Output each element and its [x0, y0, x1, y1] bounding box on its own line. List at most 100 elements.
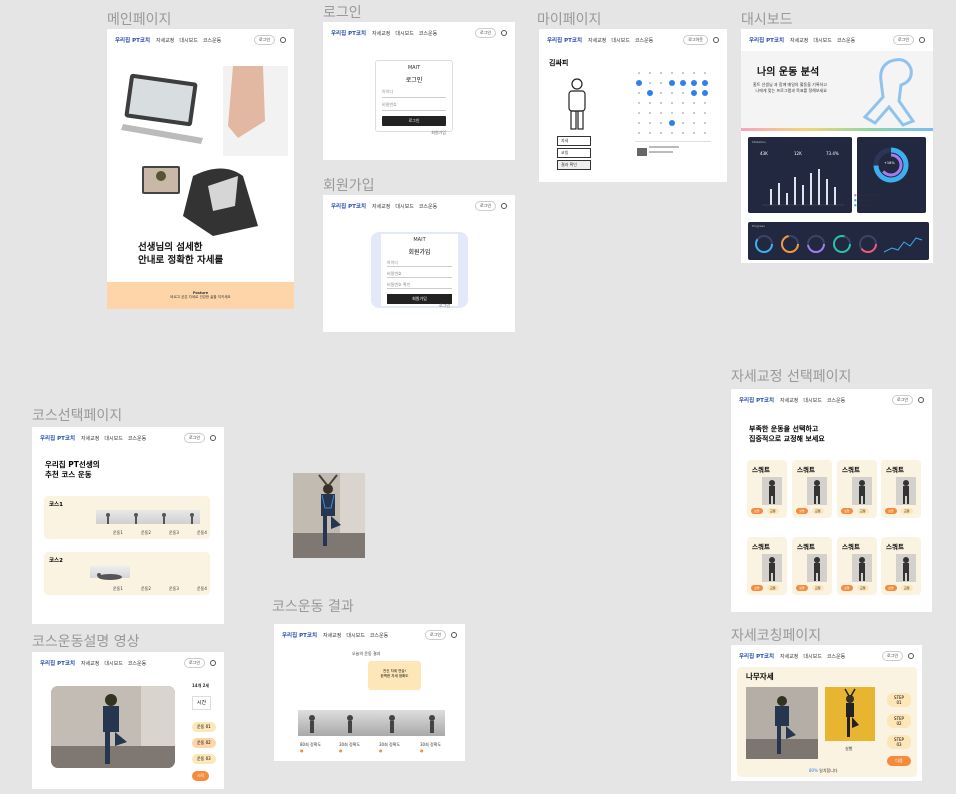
nav-course[interactable]: 코스운동 — [635, 37, 653, 44]
brand-logo[interactable]: 우리집 PT코치 — [739, 396, 774, 404]
correct-button[interactable]: 교정 — [857, 508, 869, 514]
id-field[interactable]: 아이디 — [387, 260, 452, 267]
profile-icon[interactable] — [210, 660, 216, 666]
nav-posture[interactable]: 자세교정 — [81, 435, 99, 442]
nav-posture[interactable]: 자세교정 — [372, 30, 390, 37]
brand-logo[interactable]: 우리집 PT코치 — [40, 434, 75, 442]
login-button[interactable]: 로그인 — [183, 658, 205, 668]
nav-posture[interactable]: 자세교정 — [372, 203, 390, 210]
nav-dashboard[interactable]: 대시보드 — [395, 30, 413, 37]
nav-posture[interactable]: 자세교정 — [323, 632, 341, 639]
login-button[interactable]: 로그인 — [424, 630, 446, 640]
nav-posture[interactable]: 자세교정 — [790, 37, 808, 44]
profile-icon[interactable] — [451, 632, 457, 638]
exercise-card[interactable]: 스쿼트 설명 교정 — [837, 460, 877, 518]
nav-course[interactable]: 코스운동 — [203, 37, 221, 44]
nav-posture[interactable]: 자세교정 — [780, 653, 798, 660]
explain-button[interactable]: 설명 — [796, 585, 808, 591]
profile-icon[interactable] — [210, 435, 216, 441]
nav-dashboard[interactable]: 대시보드 — [803, 653, 821, 660]
explain-button[interactable]: 설명 — [841, 585, 853, 591]
nav-course[interactable]: 코스운동 — [837, 37, 855, 44]
course-2-ex-1[interactable]: 운동1 — [113, 586, 123, 592]
explain-button[interactable]: 설명 — [751, 585, 763, 591]
correct-button[interactable]: 교정 — [767, 585, 779, 591]
password-confirm-field[interactable]: 비밀번호 확인 — [387, 282, 452, 289]
course-card-1[interactable]: 코스1 운동1 운동2 운동3 운동4 — [44, 496, 210, 539]
login-button[interactable]: 로그인 — [183, 433, 205, 443]
brand-logo[interactable]: 우리집 PT코치 — [547, 36, 582, 44]
next-button[interactable]: 다음 — [887, 756, 911, 766]
login-button[interactable]: 로그인 — [474, 201, 496, 211]
nav-course[interactable]: 코스운동 — [128, 435, 146, 442]
password-field[interactable]: 비밀번호 — [387, 271, 452, 278]
exercise-card[interactable]: 스쿼트 설명 교정 — [881, 460, 921, 518]
explain-button[interactable]: 설명 — [841, 508, 853, 514]
login-button[interactable]: 로그인 — [892, 35, 914, 45]
login-submit-button[interactable]: 로그인 — [382, 116, 446, 126]
posture-button[interactable]: 자세 — [557, 136, 591, 146]
nav-dashboard[interactable]: 대시보드 — [179, 37, 197, 44]
step-02[interactable]: STEP 02 — [887, 714, 911, 728]
nav-course[interactable]: 코스운동 — [370, 632, 388, 639]
course-1-ex-2[interactable]: 운동2 — [141, 530, 151, 536]
exercise-card[interactable]: 스쿼트 설명 교정 — [747, 460, 787, 518]
course-1-ex-3[interactable]: 운동3 — [169, 530, 179, 536]
profile-icon[interactable] — [713, 37, 719, 43]
exercise-01-button[interactable]: 운동 01 — [192, 722, 216, 732]
course-2-ex-4[interactable]: 운동4 — [197, 586, 207, 592]
exercise-card[interactable]: 스쿼트 설명 교정 — [792, 460, 832, 518]
explain-button[interactable]: 설명 — [885, 585, 897, 591]
brand-logo[interactable]: 우리집 PT코치 — [40, 659, 75, 667]
correct-button[interactable]: 교정 — [812, 508, 824, 514]
nav-posture[interactable]: 자세교정 — [156, 37, 174, 44]
exercise-card[interactable]: 스쿼트 설명 교정 — [792, 537, 832, 595]
nav-course[interactable]: 코스운동 — [419, 203, 437, 210]
step-03[interactable]: STEP 03 — [887, 735, 911, 749]
brand-logo[interactable]: 우리집 PT코치 — [331, 29, 366, 37]
nav-course[interactable]: 코스운동 — [827, 653, 845, 660]
password-field[interactable]: 비밀번호 — [382, 102, 446, 111]
exercise-video[interactable] — [51, 686, 175, 768]
profile-icon[interactable] — [918, 397, 924, 403]
nav-dashboard[interactable]: 대시보드 — [104, 660, 122, 667]
course-1-ex-4[interactable]: 운동4 — [197, 530, 207, 536]
login-button[interactable]: 로그인 — [474, 28, 496, 38]
course-2-ex-2[interactable]: 운동2 — [141, 586, 151, 592]
correct-button[interactable]: 교정 — [901, 508, 913, 514]
profile-icon[interactable] — [501, 203, 507, 209]
profile-icon[interactable] — [919, 37, 925, 43]
nav-course[interactable]: 코스운동 — [419, 30, 437, 37]
exercise-03-button[interactable]: 운동 03 — [192, 754, 216, 764]
exercise-card[interactable]: 스쿼트 설명 교정 — [747, 537, 787, 595]
correct-button[interactable]: 교정 — [767, 508, 779, 514]
nav-dashboard[interactable]: 대시보드 — [611, 37, 629, 44]
start-button[interactable]: 시작 — [192, 771, 210, 781]
profile-icon[interactable] — [908, 653, 914, 659]
login-link[interactable]: 로그인 — [439, 303, 450, 309]
brand-logo[interactable]: 우리집 PT코치 — [331, 202, 366, 210]
nav-course[interactable]: 코스운동 — [128, 660, 146, 667]
nav-dashboard[interactable]: 대시보드 — [395, 203, 413, 210]
login-button[interactable]: 로그인 — [891, 395, 913, 405]
nav-dashboard[interactable]: 대시보드 — [803, 397, 821, 404]
login-button[interactable]: 로그인 — [253, 35, 275, 45]
brand-logo[interactable]: 우리집 PT코치 — [749, 36, 784, 44]
nav-posture[interactable]: 자세교정 — [81, 660, 99, 667]
nav-dashboard[interactable]: 대시보드 — [104, 435, 122, 442]
login-button[interactable]: 로그인 — [881, 651, 903, 661]
brand-logo[interactable]: 우리집 PT코치 — [739, 652, 774, 660]
profile-icon[interactable] — [280, 37, 286, 43]
exercise-card[interactable]: 스쿼트 설명 교정 — [837, 537, 877, 595]
exercise-card[interactable]: 스쿼트 설명 교정 — [881, 537, 921, 595]
brand-logo[interactable]: 우리집 PT코치 — [282, 631, 317, 639]
nav-dashboard[interactable]: 대시보드 — [346, 632, 364, 639]
course-1-ex-1[interactable]: 운동1 — [113, 530, 123, 536]
nav-dashboard[interactable]: 대시보드 — [813, 37, 831, 44]
step-01[interactable]: STEP 01 — [887, 693, 911, 707]
correct-button[interactable]: 교정 — [857, 585, 869, 591]
signup-link[interactable]: 회원가입 — [382, 130, 446, 136]
profile-icon[interactable] — [501, 30, 507, 36]
explain-button[interactable]: 설명 — [751, 508, 763, 514]
course-card-2[interactable]: 코스2 운동1 운동2 운동3 운동4 — [44, 552, 210, 595]
